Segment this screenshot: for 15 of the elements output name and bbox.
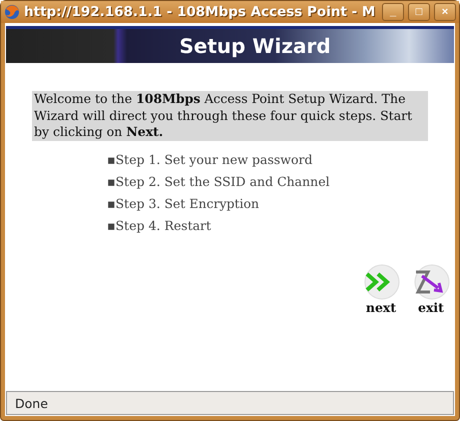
close-button[interactable]: × — [434, 3, 456, 21]
welcome-text: Welcome to the 108Mbps Access Point Setup Wizard. The Wizard will direct you through these four quick steps. Start by clicking on Next. — [32, 91, 428, 140]
step-item: ▪Step 4. Restart — [107, 216, 212, 234]
status-text: Done — [15, 396, 48, 410]
step-item: ▪Step 1. Set your new password — [107, 150, 314, 168]
maximize-button[interactable]: □ — [408, 3, 430, 21]
step-item: ▪Step 3. Set Encryption — [107, 194, 260, 212]
double-chevron-icon — [362, 264, 400, 300]
minimize-button[interactable]: _ — [382, 3, 404, 21]
exit-button[interactable]: exit — [411, 264, 451, 314]
window-title: http://192.168.1.1 - 108Mbps Access Point - M — [24, 4, 376, 20]
next-button[interactable]: next — [361, 264, 401, 314]
globe-icon — [4, 4, 20, 20]
step-item: ▪Step 2. Set the SSID and Channel — [107, 172, 331, 190]
banner-title: Setup Wizard — [178, 34, 331, 58]
